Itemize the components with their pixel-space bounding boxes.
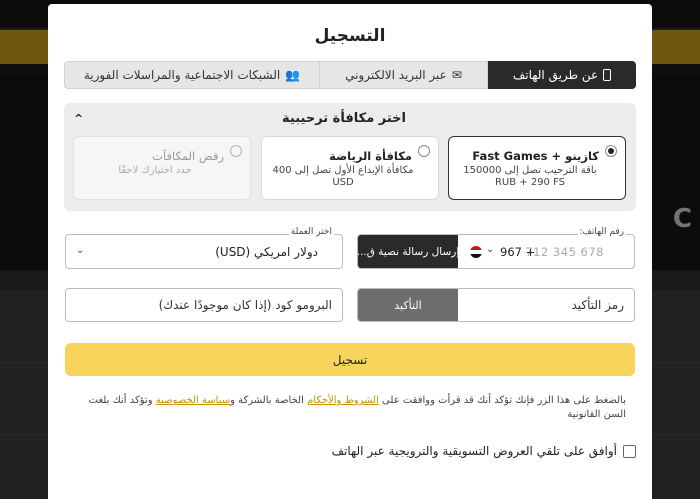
bonus-option-sports[interactable]: مكافأة الرياضة مكافأة الإيداع الأول تصل … [261,136,439,200]
tab-email[interactable]: ✉ عبر البريد الالكتروني [320,61,488,89]
confirm-button[interactable]: التأكيد [358,289,458,321]
radio-button[interactable] [230,145,242,157]
bonus-section: اختر مكافأة ترحيبية ^ كازينو + Fast Game… [64,103,636,211]
tab-phone-label: عن طريق الهاتف [512,68,599,82]
envelope-icon: ✉ [451,68,462,82]
bonus-option-desc: مكافأة الإيداع الأول تصل إلى 400 USD [272,165,414,188]
terms-link[interactable]: الشروط والأحكام [307,395,379,406]
bonus-header[interactable]: اختر مكافأة ترحيبية ^ [64,108,636,130]
tab-email-label: عبر البريد الالكتروني [345,68,447,82]
registration-tabs: 👥 الشبكات الاجتماعية والمراسلات الفورية … [64,61,636,89]
send-sms-button[interactable]: إرسال رسالة نصية ق... [358,235,458,268]
promo-code-input[interactable]: البرومو كود (إذا كان موجودًا عندك) [159,298,332,312]
promo-code-field[interactable]: البرومو كود (إذا كان موجودًا عندك) [65,288,343,322]
phone-icon [603,69,612,81]
phone-code: 967 + [500,245,536,259]
marketing-consent: أوافق على تلقي العروض التسويقية والترويج… [332,442,636,460]
register-button[interactable]: تسجيل [65,343,635,376]
currency-select[interactable]: اختر العملة دولار امريكي (USD) ⌄ [65,227,343,269]
chevron-down-icon: ⌄ [76,245,85,256]
bonus-option-desc: باقة الترحيب تصل إلى 150000 RUB + 290 FS [463,165,597,188]
radio-button[interactable] [418,145,430,157]
terms-middle: الخاصة بالشركة و [230,395,304,406]
terms-text: بالضغط على هذا الزر فإنك تؤكد أنك قد قرأ… [66,394,626,422]
confirmation-code-field[interactable]: رمز التأكيد التأكيد [357,288,635,322]
phone-label: رقم الهاتف: [577,227,626,237]
chevron-down-icon[interactable]: ⌄ [486,244,494,255]
bonus-option-title: رفض المكافآت [152,149,224,163]
currency-value: دولار امريكي (USD) [215,245,318,259]
terms-prefix: بالضغط على هذا الزر فإنك تؤكد أنك قد قرأ… [382,395,626,406]
yemen-flag-icon[interactable] [470,246,482,258]
users-icon: 👥 [285,68,301,82]
consent-checkbox[interactable] [623,444,636,458]
bonus-option-title: كازينو + Fast Games [472,149,599,163]
phone-input[interactable]: 712 345 678 [525,245,604,259]
tab-social[interactable]: 👥 الشبكات الاجتماعية والمراسلات الفورية [64,61,320,89]
confirmation-code-input[interactable]: رمز التأكيد [571,298,624,312]
currency-label: اختر العملة [288,227,334,237]
bonus-option-decline[interactable]: رفض المكافآت حدد اختيارك لاحقًا [73,136,251,200]
tab-social-label: الشبكات الاجتماعية والمراسلات الفورية [83,68,281,82]
chevron-up-icon[interactable]: ^ [74,112,83,125]
modal-title: التسجيل [314,26,386,46]
bonus-title: اختر مكافأة ترحيبية [282,111,406,126]
radio-button[interactable] [605,145,617,157]
bonus-option-casino[interactable]: كازينو + Fast Games باقة الترحيب تصل إلى… [448,136,626,200]
bonus-option-title: مكافأة الرياضة [329,149,412,163]
bonus-option-desc: حدد اختيارك لاحقًا [118,165,192,176]
consent-label: أوافق على تلقي العروض التسويقية والترويج… [331,444,617,458]
privacy-link[interactable]: سياسة الخصوصية [156,395,230,406]
tab-phone[interactable]: عن طريق الهاتف [488,61,636,89]
phone-field[interactable]: رقم الهاتف: 712 345 678 967 + ⌄ إرسال رس… [357,227,635,269]
